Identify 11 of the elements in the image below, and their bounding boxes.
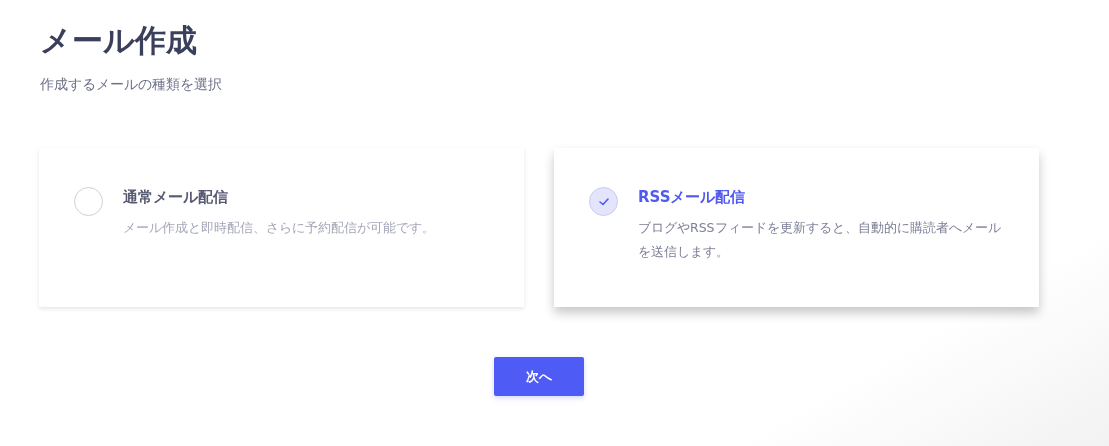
check-icon [598,197,609,206]
option-description: ブログやRSSフィードを更新すると、自動的に購読者へメールを送信します。 [638,219,1002,261]
next-button[interactable]: 次へ [494,357,584,396]
option-title: 通常メール配信 [123,187,229,208]
option-card[interactable]: RSSメール配信 ブログやRSSフィードを更新すると、自動的に購読者へメールを送信します。 [554,148,1039,307]
page-title: メール作成 [40,21,198,60]
radio-button[interactable] [589,187,618,216]
option-card[interactable]: 通常メール配信 メール作成と即時配信、さらに予約配信が可能です。 [39,148,524,307]
option-description: メール作成と即時配信、さらに予約配信が可能です。 [123,219,435,237]
page-subtitle: 作成するメールの種類を選択 [40,75,223,94]
option-title: RSSメール配信 [638,187,747,208]
